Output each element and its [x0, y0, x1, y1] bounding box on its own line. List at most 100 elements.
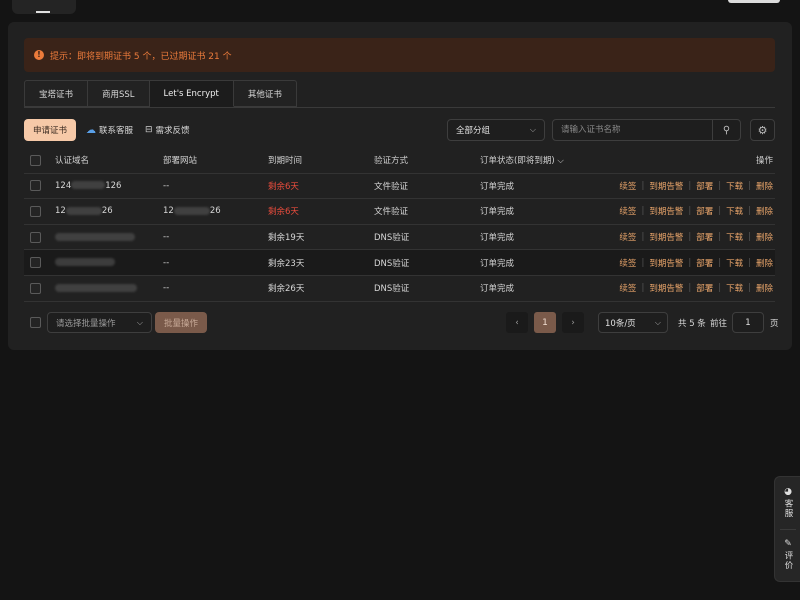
delete-link[interactable]: 删除	[756, 257, 773, 269]
float-divider	[780, 529, 796, 530]
customer-service-button[interactable]: ◕ 客服	[775, 487, 800, 518]
group-select-value: 全部分组	[456, 126, 491, 136]
download-link[interactable]: 下载	[726, 180, 743, 192]
review-button[interactable]: ✎ 评价	[775, 539, 800, 570]
row-status: 订单完成	[480, 181, 515, 192]
header-ops: 操作	[755, 156, 773, 167]
batch-action-button[interactable]: 批量操作	[155, 312, 207, 333]
delete-link[interactable]: 删除	[756, 180, 773, 192]
expiry-alert-link[interactable]: 到期告警	[649, 282, 683, 294]
redacted-blur	[55, 232, 135, 241]
domain-prefix: 124	[55, 180, 72, 191]
site-suffix: 26	[209, 206, 221, 217]
header-status[interactable]: 订单状态(即将到期) ⌵	[480, 154, 564, 166]
search-box: ⚲	[552, 119, 741, 141]
renew-link[interactable]: 续签	[619, 282, 636, 294]
row-expire: 剩余19天	[268, 233, 305, 244]
gear-icon: ⚙	[757, 123, 768, 137]
row-checkbox[interactable]	[30, 205, 41, 217]
footer-select-all-checkbox[interactable]	[30, 317, 41, 328]
row-verify: DNS验证	[374, 233, 410, 244]
page-size-value: 10条/页	[605, 318, 636, 329]
ssl-panel: ! 提示：即将到期证书 5 个，已过期证书 21 个 宝塔证书 商用SSL Le…	[8, 22, 792, 350]
select-all-checkbox[interactable]	[30, 154, 41, 166]
tab-baota-cert[interactable]: 宝塔证书	[24, 80, 89, 107]
page-unit-label: 页	[770, 319, 779, 329]
deploy-link[interactable]: 部署	[696, 231, 713, 243]
row-status: 订单完成	[480, 207, 515, 218]
tab-lets-encrypt[interactable]: Let's Encrypt	[149, 80, 234, 107]
prev-page-button[interactable]: ‹	[506, 312, 528, 333]
expiry-alert-link[interactable]: 到期告警	[649, 205, 683, 217]
headset-icon: ◕	[784, 487, 792, 497]
feedback-icon: ⊟	[145, 125, 153, 135]
table-settings-button[interactable]: ⚙	[750, 119, 775, 141]
cert-table: 认证域名 部署网站 到期时间 验证方式 订单状态(即将到期) ⌵ 操作 124 1…	[24, 148, 775, 302]
renew-link[interactable]: 续签	[619, 180, 636, 192]
download-link[interactable]: 下载	[726, 205, 743, 217]
expiry-alert-link[interactable]: 到期告警	[649, 180, 683, 192]
apply-cert-button[interactable]: 申请证书	[24, 119, 76, 141]
row-domain	[55, 232, 135, 242]
search-input[interactable]	[553, 120, 712, 140]
chevron-right-icon: ›	[571, 317, 575, 328]
chevron-left-icon: ‹	[515, 317, 519, 328]
download-link[interactable]: 下载	[726, 282, 743, 294]
top-bar	[0, 0, 800, 14]
renew-link[interactable]: 续签	[619, 231, 636, 243]
customer-service-label: 客服	[783, 499, 793, 518]
download-link[interactable]: 下载	[726, 257, 743, 269]
cert-tabs: 宝塔证书 商用SSL Let's Encrypt 其他证书	[24, 80, 297, 107]
row-status: 订单完成	[480, 284, 515, 295]
next-page-button[interactable]: ›	[562, 312, 584, 333]
row-checkbox[interactable]	[30, 180, 41, 192]
table-row: -- 剩余19天 DNS验证 订单完成 续签 | 到期告警 | 部署 | 下载 | 删除	[24, 225, 775, 251]
tab-other-cert[interactable]: 其他证书	[233, 80, 297, 107]
deploy-link[interactable]: 部署	[696, 180, 713, 192]
row-expire: 剩余26天	[268, 284, 305, 295]
contact-service-link[interactable]: ☁ 联系客服	[86, 124, 133, 137]
deploy-link[interactable]: 部署	[696, 205, 713, 217]
row-verify: 文件验证	[374, 207, 409, 218]
feedback-link[interactable]: ⊟ 需求反馈	[145, 124, 190, 136]
review-label: 评价	[783, 551, 793, 570]
group-select[interactable]: 全部分组 ⌵	[447, 119, 545, 141]
deploy-link[interactable]: 部署	[696, 282, 713, 294]
row-domain: 124 126	[55, 181, 121, 191]
row-verify: DNS验证	[374, 258, 410, 269]
redacted-blur	[71, 181, 106, 190]
page-size-select[interactable]: 10条/页 ⌵	[598, 312, 668, 333]
row-site: 12 26	[163, 206, 221, 216]
row-actions: 续签 | 到期告警 | 部署 | 下载 | 删除	[619, 257, 773, 269]
header-site: 部署网站	[163, 156, 198, 167]
delete-link[interactable]: 删除	[756, 205, 773, 217]
top-tab-indicator	[36, 11, 50, 13]
delete-link[interactable]: 删除	[756, 231, 773, 243]
page-number-button[interactable]: 1	[534, 312, 556, 333]
expiry-alert-link[interactable]: 到期告警	[649, 231, 683, 243]
tab-commercial-ssl[interactable]: 商用SSL	[88, 80, 150, 107]
goto-page-input[interactable]	[732, 312, 764, 333]
batch-action-select[interactable]: 请选择批量操作 ⌵	[47, 312, 152, 333]
row-expire: 剩余6天	[268, 207, 299, 218]
row-checkbox[interactable]	[30, 257, 41, 269]
redacted-blur	[173, 206, 210, 215]
row-actions: 续签 | 到期告警 | 部署 | 下载 | 删除	[619, 231, 773, 244]
table-row: 124 126 -- 剩余6天 文件验证 订单完成 续签 | 到期告警 | 部署 | 下…	[24, 174, 775, 200]
redacted-blur	[55, 258, 115, 267]
row-domain: 12 26	[55, 206, 113, 216]
row-verify: DNS验证	[374, 284, 410, 295]
search-button[interactable]: ⚲	[712, 120, 740, 140]
delete-link[interactable]: 删除	[756, 282, 773, 294]
row-checkbox[interactable]	[30, 231, 41, 243]
deploy-link[interactable]: 部署	[696, 257, 713, 269]
chevron-down-icon: ⌵	[654, 317, 661, 327]
expiry-alert-link[interactable]: 到期告警	[649, 257, 683, 269]
row-checkbox[interactable]	[30, 282, 41, 294]
table-row: -- 剩余23天 DNS验证 订单完成 续签 | 到期告警 | 部署 | 下载 | 删除	[24, 250, 775, 276]
renew-link[interactable]: 续签	[619, 257, 636, 269]
download-link[interactable]: 下载	[726, 231, 743, 243]
top-right-button[interactable]	[728, 0, 780, 3]
table-row: -- 剩余26天 DNS验证 订单完成 续签 | 到期告警 | 部署 | 下载 | 删除	[24, 276, 775, 302]
renew-link[interactable]: 续签	[619, 205, 636, 217]
